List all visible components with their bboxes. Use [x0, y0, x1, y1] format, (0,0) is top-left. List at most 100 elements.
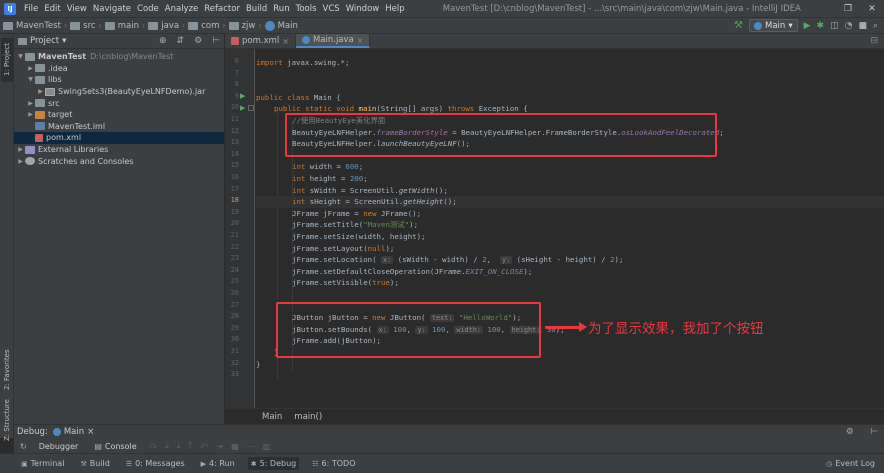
project-view-selector[interactable]: Project ▾ [18, 36, 66, 46]
project-tool-tab[interactable]: 1: Project [1, 38, 13, 82]
tool-terminal[interactable]: ▣ Terminal [18, 457, 67, 470]
tree-item-pom[interactable]: pom.xml [14, 132, 224, 144]
run-to-cursor-icon[interactable]: ⇥ [216, 442, 223, 451]
line-number: 7 [234, 68, 239, 77]
build-hammer-icon[interactable]: ⚒ [734, 20, 743, 31]
stop-icon[interactable]: ■ [858, 21, 867, 31]
tree-item-label: pom.xml [46, 133, 82, 143]
tree-item-maventest[interactable]: ▼ MavenTest D:\cnblog\MavenTest [14, 51, 224, 63]
tool-event-log[interactable]: ◷ Event Log [823, 457, 878, 470]
favorites-tool-tab[interactable]: 2: Favorites [1, 346, 13, 394]
tree-item-jar[interactable]: ▶ SwingSets3(BeautyEyeLNFDemo).jar [14, 86, 224, 98]
run-configuration-select[interactable]: Main ▾ [749, 19, 798, 32]
code-line: jFrame.setLayout(null); [256, 243, 884, 255]
split-editor-icon[interactable]: ⊟ [870, 36, 884, 46]
close-window-button[interactable]: ✕ [860, 4, 884, 14]
tree-item-src[interactable]: ▶ src [14, 97, 224, 109]
drop-frame-icon[interactable]: ⤺ [200, 441, 209, 451]
breadcrumb-method[interactable]: main() [294, 412, 322, 422]
project-panel-tools: ⊕ ⇵ ⚙ ⊢ [159, 36, 220, 46]
hide-icon[interactable]: ⊢ [871, 427, 878, 437]
menu-edit[interactable]: Edit [41, 4, 63, 14]
tool-todo[interactable]: ☷ 6: TODO [309, 457, 358, 470]
menu-run[interactable]: Run [270, 4, 292, 14]
breadcrumb-zjw[interactable]: zjw [226, 21, 259, 31]
menu-file[interactable]: File [21, 4, 41, 14]
folder-icon [18, 37, 27, 45]
tab-main-java[interactable]: Main.java × [295, 34, 371, 48]
profile-icon[interactable]: ◔ [845, 21, 853, 31]
chevron-right-icon[interactable]: ▶ [26, 65, 35, 72]
step-into-icon[interactable]: ⤓ [165, 441, 169, 451]
restore-window-button[interactable]: ❐ [836, 4, 860, 14]
step-over-icon[interactable]: ⤼ [149, 441, 158, 451]
run-gutter-icon[interactable]: ▶ [240, 92, 245, 100]
debug-icon: ✱ [250, 459, 257, 468]
menu-navigate[interactable]: Navigate [90, 4, 134, 14]
structure-tool-tab[interactable]: Z: Structure [1, 399, 13, 441]
collapse-icon[interactable]: ⇵ [177, 36, 185, 46]
coverage-icon[interactable]: ◫ [830, 21, 839, 31]
chevron-right-icon[interactable]: ▶ [36, 88, 45, 95]
tool-build[interactable]: ⚒ Build [77, 457, 112, 470]
run-icon[interactable]: ▶ [804, 21, 811, 31]
close-icon[interactable]: × [357, 36, 364, 45]
menu-code[interactable]: Code [134, 4, 162, 14]
menu-tools[interactable]: Tools [293, 4, 320, 14]
globe-icon[interactable]: ⊕ [159, 36, 167, 46]
run-config-label: Main [765, 20, 786, 31]
close-icon[interactable]: × [282, 37, 289, 46]
search-icon[interactable]: ⌕ [873, 21, 878, 31]
chevron-down-icon[interactable]: ▼ [26, 76, 35, 83]
rerun-icon[interactable]: ↻ [20, 442, 27, 451]
breadcrumb-src[interactable]: src [67, 21, 98, 31]
force-step-into-icon[interactable]: ⤓ [177, 441, 181, 451]
tree-item-target[interactable]: ▶ target [14, 109, 224, 121]
breadcrumb-class[interactable]: Main [262, 412, 282, 422]
debug-session-tab[interactable]: Main × [52, 427, 94, 437]
tree-item-libs[interactable]: ▼ libs [14, 74, 224, 86]
menu-analyze[interactable]: Analyze [162, 4, 202, 14]
breadcrumb-project[interactable]: MavenTest [0, 21, 64, 31]
tab-debugger[interactable]: Debugger [35, 442, 83, 451]
menu-build[interactable]: Build [243, 4, 270, 14]
tool-debug[interactable]: ✱ 5: Debug [247, 457, 300, 470]
hide-icon[interactable]: ⊢ [212, 36, 220, 46]
breadcrumb-main-class[interactable]: Main [262, 20, 301, 31]
tab-console[interactable]: ▤ Console [90, 442, 140, 451]
run-gutter-icon[interactable]: ▶ [240, 104, 245, 112]
chevron-right-icon[interactable]: ▶ [16, 146, 25, 153]
tab-pom-xml[interactable]: pom.xml × [225, 34, 296, 48]
tree-item-label: target [48, 110, 73, 120]
evaluate-icon[interactable]: ▦ [231, 442, 239, 451]
breadcrumb-com[interactable]: com [185, 21, 222, 31]
tool-label: Build [89, 459, 110, 468]
tree-item-idea[interactable]: ▶ .idea [14, 63, 224, 75]
chevron-right-icon[interactable]: ▶ [26, 111, 35, 118]
chevron-right-icon[interactable]: ▶ [16, 158, 25, 165]
chevron-right-icon[interactable]: ▶ [26, 100, 35, 107]
trace-icon[interactable]: ⋯ [247, 442, 255, 451]
menu-vcs[interactable]: VCS [320, 4, 343, 14]
tool-messages[interactable]: ☰ 0: Messages [123, 457, 188, 470]
tree-item-iml[interactable]: MavenTest.iml [14, 121, 224, 133]
tree-item-scratches[interactable]: ▶ Scratches and Consoles [14, 155, 224, 167]
breadcrumb-main[interactable]: main [102, 21, 142, 31]
menu-help[interactable]: Help [382, 4, 407, 14]
step-out-icon[interactable]: ⤒ [188, 441, 192, 451]
debug-icon[interactable]: ✱ [817, 21, 825, 31]
close-icon[interactable]: × [87, 427, 94, 437]
gear-icon[interactable]: ⚙ [846, 427, 854, 437]
menu-view[interactable]: View [64, 4, 90, 14]
menu-window[interactable]: Window [343, 4, 383, 14]
breadcrumb-java[interactable]: java [145, 21, 182, 31]
chevron-down-icon[interactable]: ▼ [16, 53, 25, 60]
parameter-hint: y: [500, 256, 513, 265]
tool-run[interactable]: ▶ 4: Run [198, 457, 238, 470]
fold-icon[interactable] [248, 105, 254, 111]
tree-item-external-libraries[interactable]: ▶ External Libraries [14, 144, 224, 156]
gear-icon[interactable]: ⚙ [194, 36, 202, 46]
layout-icon[interactable]: ▥ [263, 442, 271, 451]
scratch-icon [25, 157, 35, 166]
menu-refactor[interactable]: Refactor [201, 4, 243, 14]
